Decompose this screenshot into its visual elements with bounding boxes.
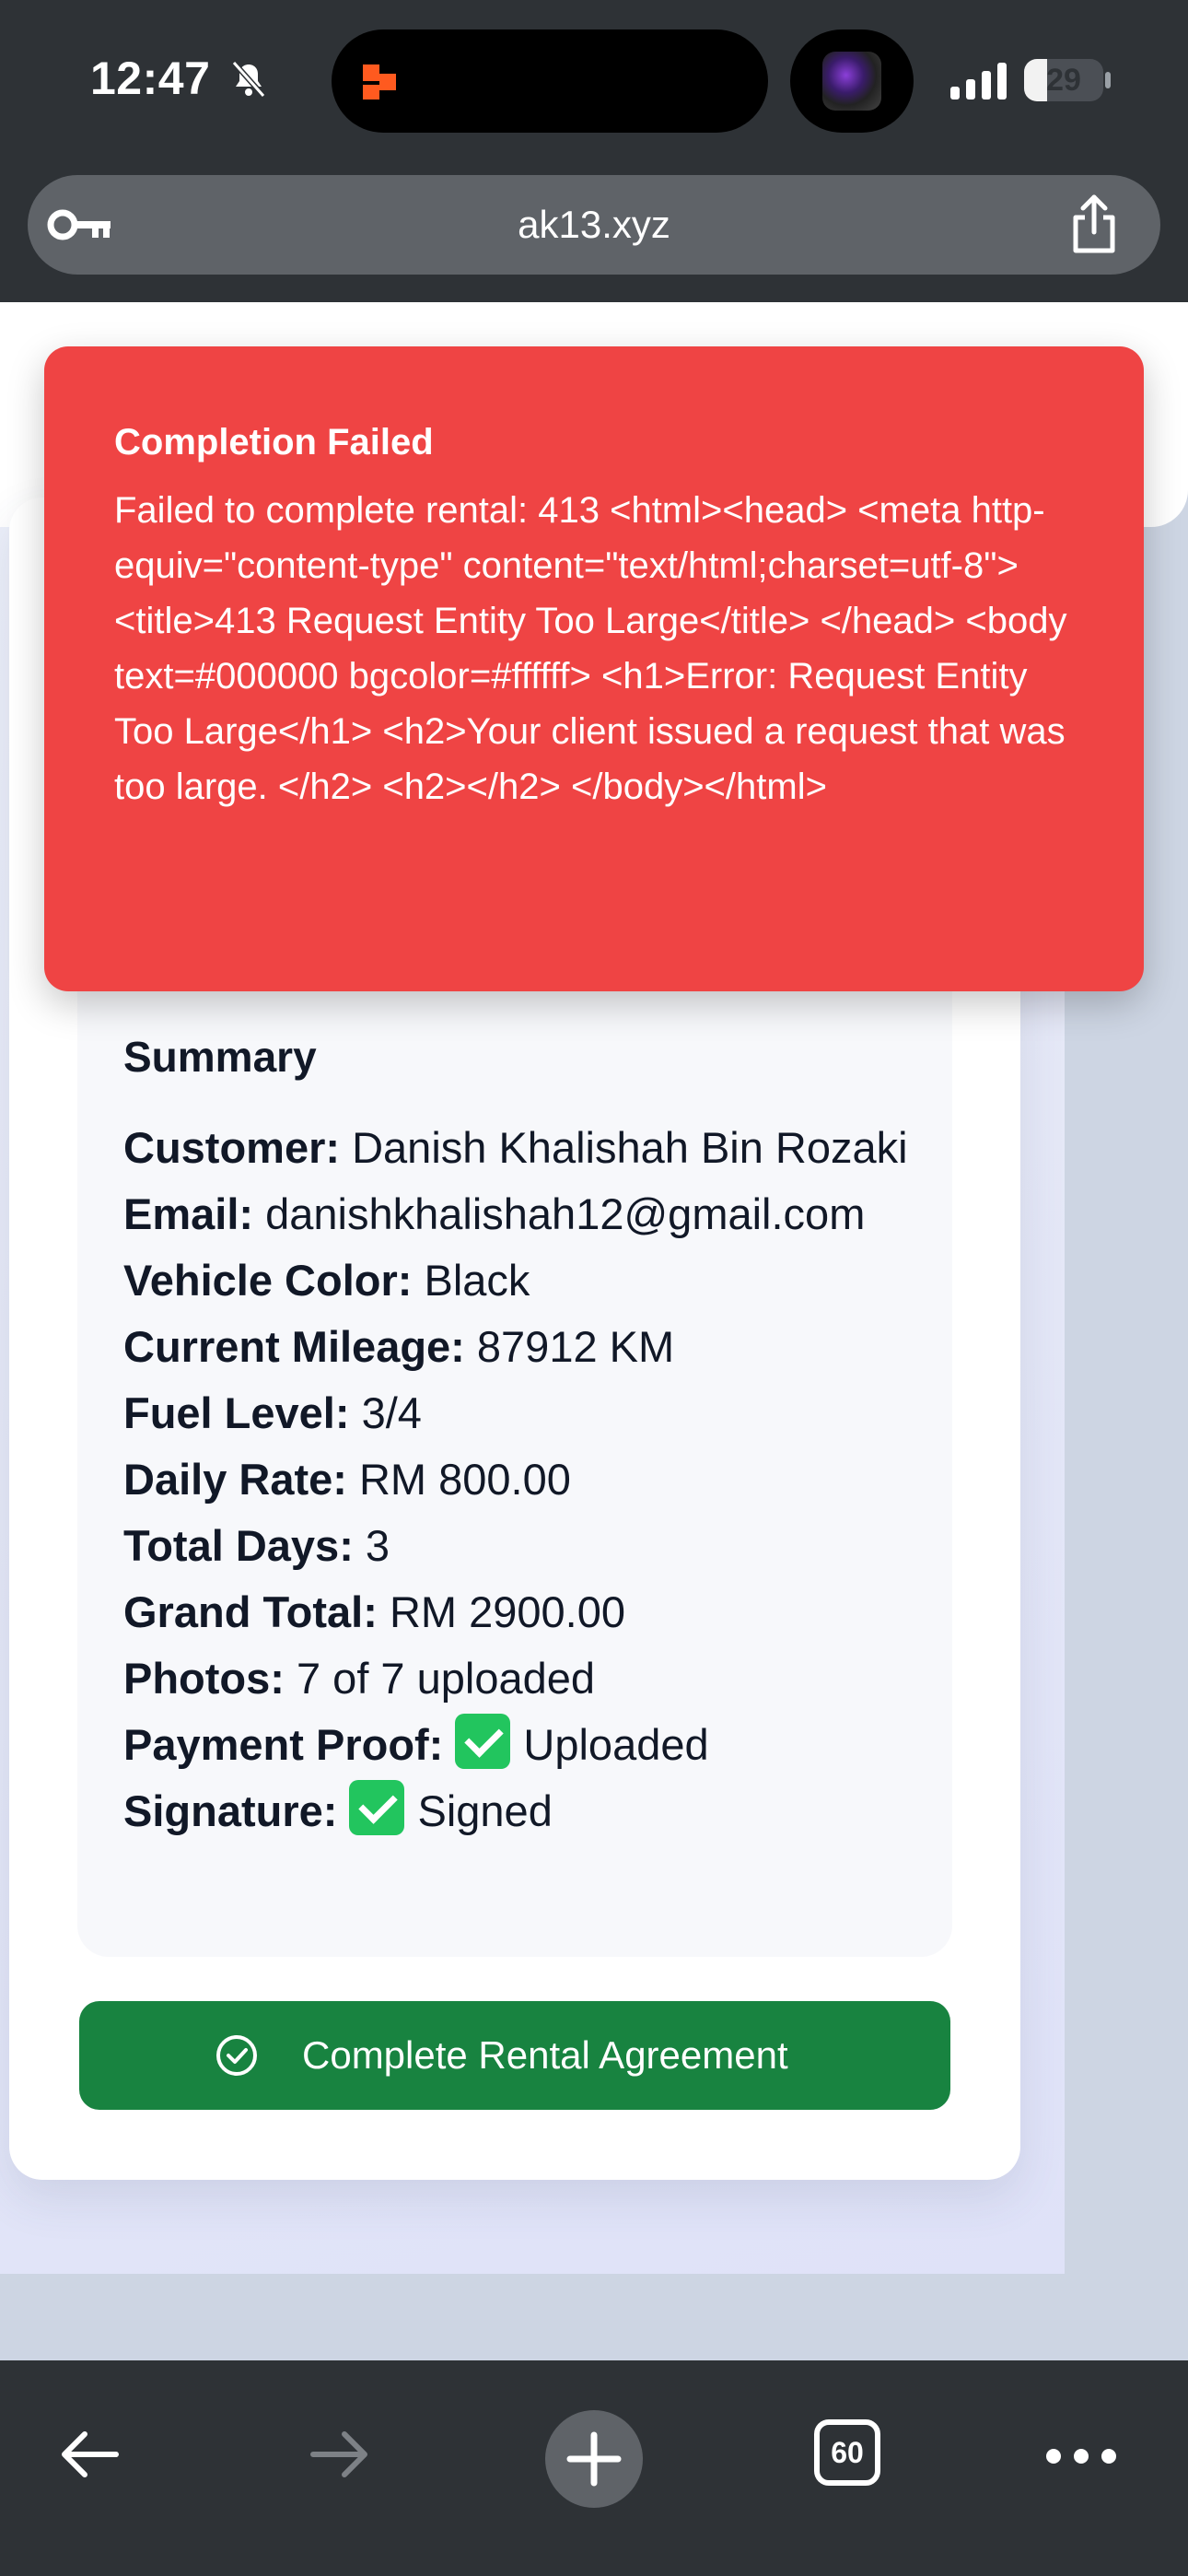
error-toast[interactable]: Completion Failed Failed to complete ren… <box>44 346 1144 991</box>
row-value: 87912 KM <box>476 1322 675 1371</box>
row-value: Uploaded <box>523 1720 709 1769</box>
row-value: Danish Khalishah Bin Rozaki <box>352 1123 908 1172</box>
row-value: RM 2900.00 <box>389 1587 626 1636</box>
row-label: Signature: <box>123 1786 338 1835</box>
now-playing-pill <box>790 29 914 133</box>
browser-bottom-toolbar: 60 <box>0 2360 1188 2576</box>
toast-message: Failed to complete rental: 413 <html><he… <box>114 490 1067 807</box>
row-value: danishkhalishah12@gmail.com <box>265 1189 866 1238</box>
row-label: Daily Rate: <box>123 1455 347 1504</box>
summary-row-vehicle-color: Vehicle Color: Black <box>123 1247 934 1314</box>
summary-row-customer: Customer: Danish Khalishah Bin Rozaki <box>123 1115 934 1181</box>
check-mark-icon <box>349 1780 405 1835</box>
summary-row-fuel-level: Fuel Level: 3/4 <box>123 1380 934 1446</box>
more-dot <box>1101 2449 1116 2464</box>
check-circle-icon <box>216 2035 257 2076</box>
check-mark-icon <box>455 1714 511 1769</box>
summary-row-photos: Photos: 7 of 7 uploaded <box>123 1645 934 1712</box>
more-icon[interactable] <box>1044 2445 1118 2467</box>
app-activity-icon <box>363 64 396 100</box>
summary-title: Summary <box>123 1033 317 1081</box>
complete-rental-label[interactable]: Complete Rental Agreement <box>302 2001 788 2110</box>
summary-row-grand-total: Grand Total: RM 2900.00 <box>123 1579 934 1645</box>
row-label: Total Days: <box>123 1521 354 1570</box>
plus-icon <box>566 2431 622 2487</box>
browser-top-chrome: 12:47 29 ak13.xyz <box>0 0 1188 302</box>
row-value: Black <box>424 1256 530 1305</box>
row-label: Photos: <box>123 1654 285 1703</box>
summary-list: Customer: Danish Khalishah Bin Rozaki Em… <box>123 1115 934 1844</box>
tabs-icon[interactable]: 60 <box>814 2419 880 2486</box>
summary-row-total-days: Total Days: 3 <box>123 1513 934 1579</box>
row-label: Fuel Level: <box>123 1388 350 1437</box>
signal-icon <box>950 63 1007 100</box>
bell-slash-icon <box>231 61 266 98</box>
row-value: RM 800.00 <box>358 1455 571 1504</box>
battery-icon: 29 <box>1024 59 1103 101</box>
forward-arrow-icon[interactable] <box>308 2421 374 2488</box>
more-dot <box>1046 2449 1061 2464</box>
row-value: 3/4 <box>361 1388 422 1437</box>
url-text[interactable]: ak13.xyz <box>28 175 1160 275</box>
new-tab-button[interactable] <box>545 2410 643 2508</box>
row-label: Current Mileage: <box>123 1322 465 1371</box>
summary-row-payment-proof: Payment Proof: Uploaded <box>123 1712 934 1778</box>
summary-row-daily-rate: Daily Rate: RM 800.00 <box>123 1446 934 1513</box>
summary-row-mileage: Current Mileage: 87912 KM <box>123 1314 934 1380</box>
toast-title: Completion Failed <box>114 422 434 463</box>
address-bar[interactable]: ak13.xyz <box>28 175 1160 275</box>
complete-rental-button[interactable]: Complete Rental Agreement <box>79 2001 950 2110</box>
row-label: Customer: <box>123 1123 341 1172</box>
share-icon[interactable] <box>1066 193 1122 256</box>
row-label: Payment Proof: <box>123 1720 444 1769</box>
row-value: 3 <box>365 1521 390 1570</box>
summary-row-signature: Signature: Signed <box>123 1778 934 1844</box>
status-time: 12:47 <box>90 53 211 104</box>
row-value: 7 of 7 uploaded <box>296 1654 596 1703</box>
row-value: Signed <box>417 1786 553 1835</box>
row-label: Email: <box>123 1189 254 1238</box>
now-playing-art <box>822 52 881 111</box>
row-label: Vehicle Color: <box>123 1256 413 1305</box>
back-arrow-icon[interactable] <box>55 2421 122 2488</box>
summary-row-email: Email: danishkhalishah12@gmail.com <box>123 1181 934 1247</box>
battery-tip <box>1105 72 1111 88</box>
dynamic-island <box>332 29 768 133</box>
row-label: Grand Total: <box>123 1587 378 1636</box>
battery-percent: 29 <box>1046 63 1081 98</box>
more-dot <box>1074 2449 1089 2464</box>
